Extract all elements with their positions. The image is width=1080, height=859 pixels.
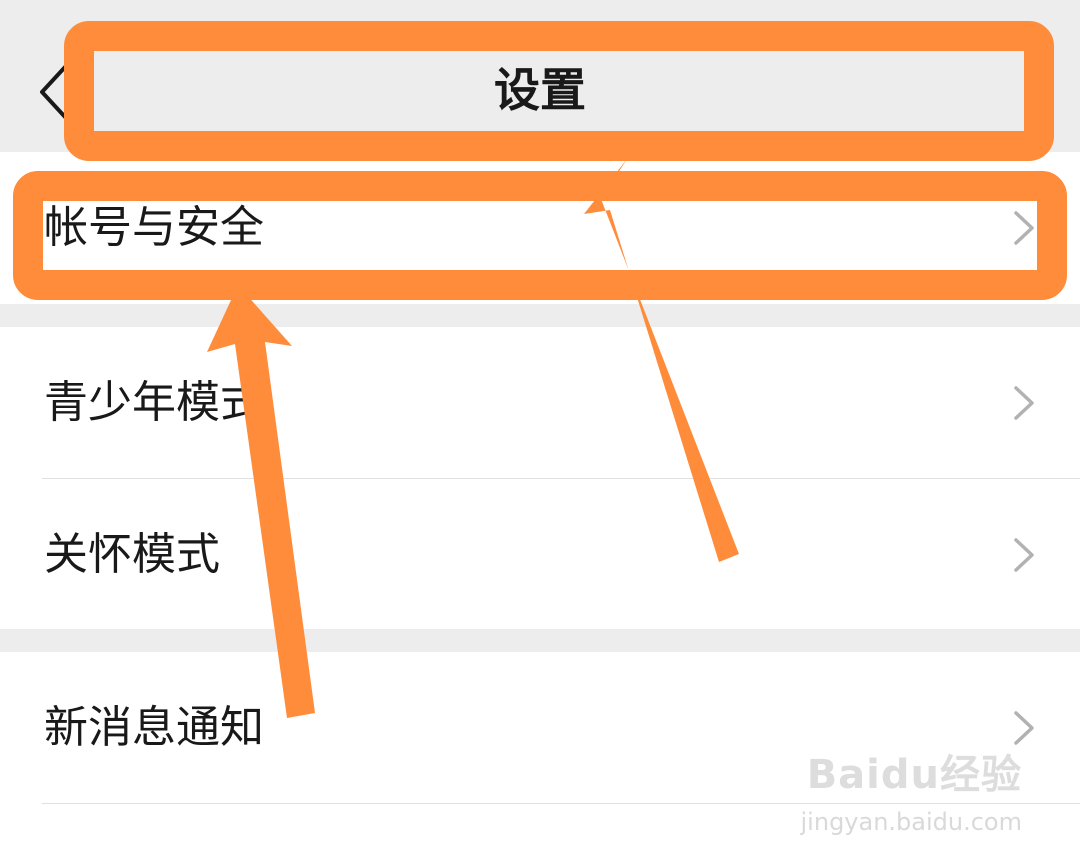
nav-bar: 设置 [0, 0, 1080, 152]
settings-item-label: 新消息通知 [44, 702, 264, 753]
watermark-url: jingyan.baidu.com [800, 808, 1022, 836]
settings-group-account: 帐号与安全 [0, 152, 1080, 304]
settings-item-care-mode[interactable]: 关怀模式 [0, 479, 1080, 630]
settings-group-modes: 青少年模式 关怀模式 [0, 327, 1080, 629]
settings-item-label: 关怀模式 [44, 529, 220, 580]
settings-item-label: 青少年模式 [44, 377, 264, 428]
watermark-brand: Baidu经验 [806, 752, 1022, 798]
settings-item-account-security[interactable]: 帐号与安全 [0, 152, 1080, 303]
divider [42, 803, 1080, 804]
chevron-right-icon [1014, 211, 1034, 245]
chevron-right-icon [1014, 386, 1034, 420]
settings-item-label: 帐号与安全 [44, 202, 264, 253]
page-title: 设置 [494, 63, 586, 117]
settings-item-teen-mode[interactable]: 青少年模式 [0, 327, 1080, 478]
chevron-right-icon [1014, 538, 1034, 572]
